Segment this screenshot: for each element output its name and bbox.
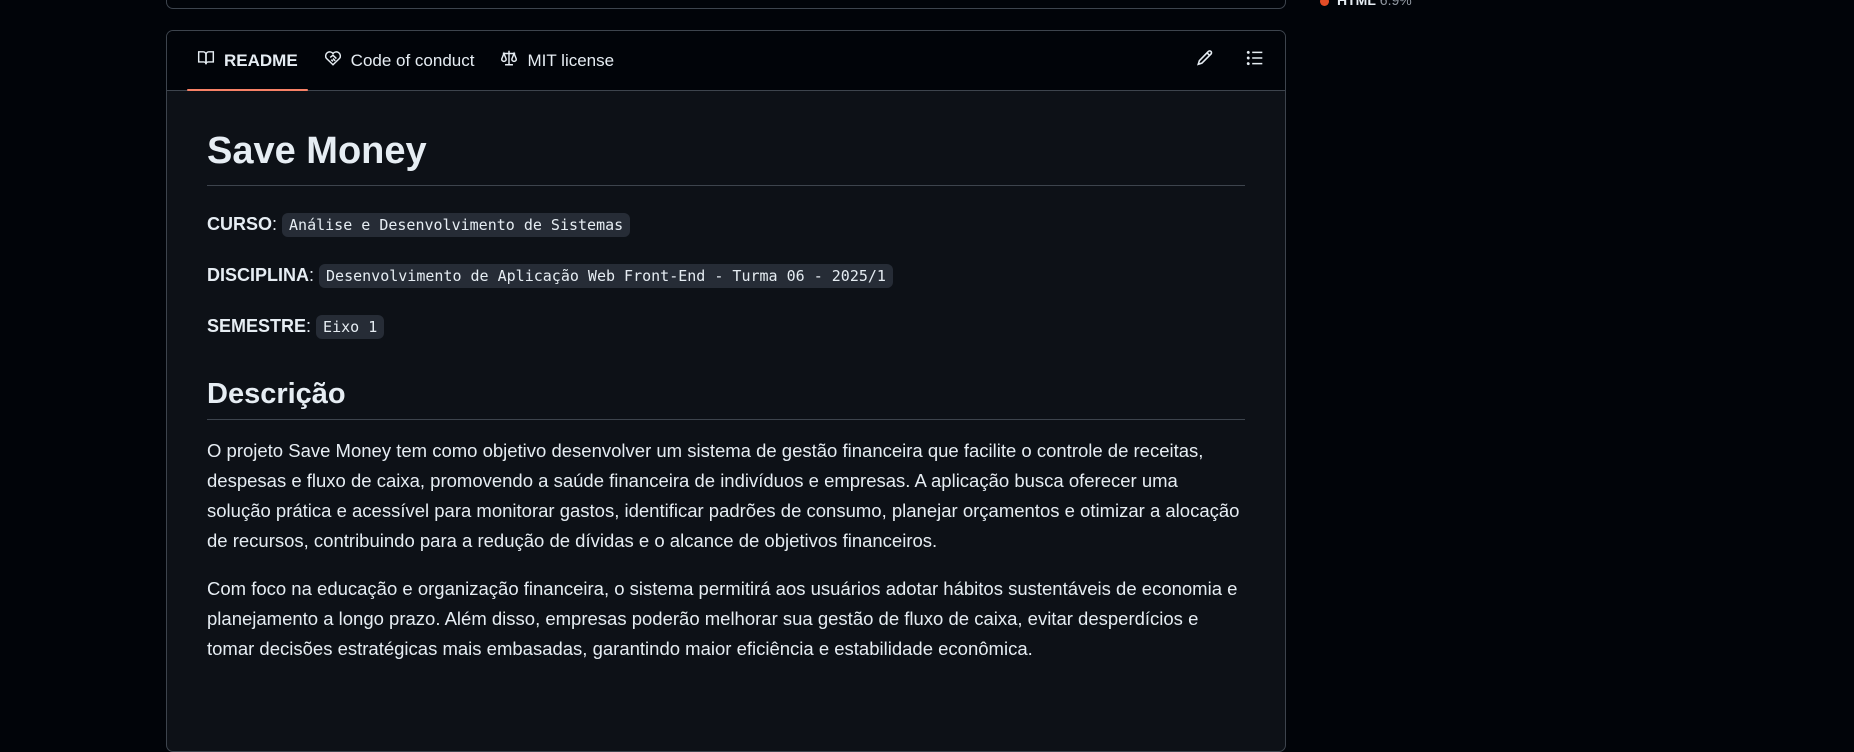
description-paragraph-1: O projeto Save Money tem como objetivo d…	[207, 440, 1240, 551]
description-paragraph-2: Com foco na educação e organização finan…	[207, 578, 1238, 659]
curso-line: CURSO: Análise e Desenvolvimento de Sist…	[207, 210, 1245, 239]
outline-button[interactable]	[1239, 45, 1271, 77]
language-percent: 6.9%	[1379, 0, 1412, 8]
edit-readme-button[interactable]	[1189, 45, 1221, 77]
tab-code-of-conduct-label: Code of conduct	[350, 50, 475, 70]
readme-title: Save Money	[207, 127, 1245, 186]
readme-actions	[1189, 31, 1271, 90]
tab-readme-label: README	[224, 50, 298, 70]
language-color-dot	[1320, 0, 1329, 6]
semestre-line: SEMESTRE: Eixo 1	[207, 312, 1245, 341]
curso-value: Análise e Desenvolvimento de Sistemas	[282, 213, 631, 237]
disciplina-label: DISCIPLINA	[207, 265, 310, 285]
book-icon	[197, 49, 215, 72]
tab-mit-license[interactable]: MIT license	[490, 31, 624, 90]
pencil-icon	[1196, 49, 1214, 72]
readme-tabs: README Code of conduct MIT license	[167, 31, 1285, 91]
language-name: HTML	[1337, 0, 1376, 8]
semestre-value: Eixo 1	[316, 315, 385, 339]
readme-panel: README Code of conduct MIT license Save …	[166, 30, 1286, 752]
tab-code-of-conduct[interactable]: Code of conduct	[314, 31, 485, 90]
language-stat: HTML 6.9%	[1320, 0, 1412, 8]
tab-readme[interactable]: README	[187, 31, 308, 91]
disciplina-line: DISCIPLINA: Desenvolvimento de Aplicação…	[207, 261, 1245, 290]
list-unordered-icon	[1246, 49, 1264, 72]
semestre-label: SEMESTRE	[207, 316, 307, 336]
tab-mit-license-label: MIT license	[527, 50, 615, 70]
readme-tabbar: README Code of conduct MIT license	[167, 31, 1285, 91]
previous-panel-edge	[166, 0, 1286, 9]
readme-content: Save Money CURSO: Análise e Desenvolvime…	[167, 91, 1285, 664]
heart-handshake-icon	[324, 49, 342, 72]
section-heading-descricao: Descrição	[207, 375, 1245, 420]
curso-label: CURSO	[207, 214, 273, 234]
disciplina-value: Desenvolvimento de Aplicação Web Front-E…	[319, 264, 893, 288]
law-scale-icon	[500, 49, 518, 72]
